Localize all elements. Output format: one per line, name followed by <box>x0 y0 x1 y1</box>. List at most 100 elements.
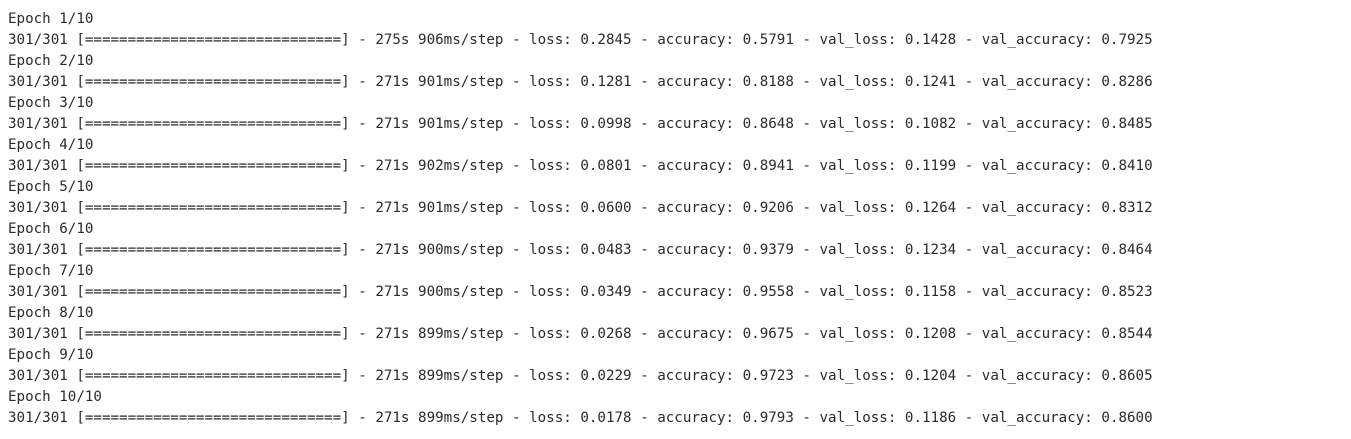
epoch-time: 275s <box>375 32 410 48</box>
val-accuracy-value: 0.8286 <box>1101 74 1153 90</box>
accuracy-value: 0.8648 <box>742 116 794 132</box>
loss-value: 0.0178 <box>580 410 632 426</box>
step-counter: 301/301 <box>8 158 68 174</box>
step-time: 906ms/step <box>418 32 504 48</box>
step-counter: 301/301 <box>8 74 68 90</box>
accuracy-value: 0.5791 <box>742 32 794 48</box>
progress-bar: [==============================] <box>76 242 350 258</box>
epoch-header: Epoch 1/10 <box>8 11 94 27</box>
epoch-progress-line: 301/301 [==============================]… <box>8 116 1153 132</box>
epoch-header: Epoch 6/10 <box>8 221 94 237</box>
accuracy-value: 0.9558 <box>742 284 794 300</box>
epoch-header: Epoch 2/10 <box>8 53 94 69</box>
epoch-progress-line: 301/301 [==============================]… <box>8 74 1153 90</box>
val-loss-value: 0.1241 <box>904 74 957 90</box>
epoch-header: Epoch 4/10 <box>8 137 94 153</box>
val-loss-value: 0.1082 <box>904 116 957 132</box>
step-time: 899ms/step <box>418 326 504 342</box>
val-loss-value: 0.1199 <box>904 158 957 174</box>
accuracy-value: 0.9793 <box>742 410 794 426</box>
step-time: 900ms/step <box>418 284 504 300</box>
epoch-time: 271s <box>375 284 410 300</box>
val-accuracy-value: 0.8544 <box>1101 326 1153 342</box>
step-counter: 301/301 <box>8 326 68 342</box>
step-time: 902ms/step <box>418 158 504 174</box>
step-counter: 301/301 <box>8 284 68 300</box>
step-counter: 301/301 <box>8 368 68 384</box>
epoch-header: Epoch 8/10 <box>8 305 94 321</box>
epoch-progress-line: 301/301 [==============================]… <box>8 200 1153 216</box>
epoch-time: 271s <box>375 116 410 132</box>
epoch-time: 271s <box>375 74 410 90</box>
val-loss-value: 0.1264 <box>904 200 957 216</box>
epoch-header: Epoch 10/10 <box>8 389 102 405</box>
epoch-header: Epoch 5/10 <box>8 179 94 195</box>
epoch-progress-line: 301/301 [==============================]… <box>8 326 1153 342</box>
val-accuracy-value: 0.8485 <box>1101 116 1153 132</box>
epoch-header: Epoch 9/10 <box>8 347 94 363</box>
val-accuracy-value: 0.8410 <box>1101 158 1153 174</box>
accuracy-value: 0.9675 <box>742 326 794 342</box>
val-accuracy-value: 0.8600 <box>1101 410 1153 426</box>
step-counter: 301/301 <box>8 410 68 426</box>
training-log-output: Epoch 1/10 301/301 [=====================… <box>0 0 1351 439</box>
val-loss-value: 0.1428 <box>904 32 957 48</box>
step-time: 899ms/step <box>418 410 504 426</box>
loss-value: 0.2845 <box>580 32 632 48</box>
epoch-progress-line: 301/301 [==============================]… <box>8 284 1153 300</box>
loss-value: 0.0998 <box>580 116 632 132</box>
step-time: 899ms/step <box>418 368 504 384</box>
epoch-time: 271s <box>375 242 410 258</box>
epoch-time: 271s <box>375 326 410 342</box>
step-counter: 301/301 <box>8 242 68 258</box>
accuracy-value: 0.9206 <box>742 200 794 216</box>
epoch-time: 271s <box>375 368 410 384</box>
accuracy-value: 0.8188 <box>742 74 794 90</box>
progress-bar: [==============================] <box>76 410 350 426</box>
val-loss-value: 0.1208 <box>904 326 957 342</box>
accuracy-value: 0.9723 <box>742 368 794 384</box>
loss-value: 0.0801 <box>580 158 632 174</box>
step-time: 901ms/step <box>418 116 504 132</box>
step-time: 901ms/step <box>418 200 504 216</box>
loss-value: 0.0268 <box>580 326 632 342</box>
val-accuracy-value: 0.8605 <box>1101 368 1153 384</box>
step-counter: 301/301 <box>8 116 68 132</box>
progress-bar: [==============================] <box>76 74 350 90</box>
progress-bar: [==============================] <box>76 116 350 132</box>
step-time: 900ms/step <box>418 242 504 258</box>
epoch-progress-line: 301/301 [==============================]… <box>8 410 1153 426</box>
val-accuracy-value: 0.8523 <box>1101 284 1153 300</box>
loss-value: 0.0600 <box>580 200 632 216</box>
epoch-progress-line: 301/301 [==============================]… <box>8 158 1153 174</box>
epoch-progress-line: 301/301 [==============================]… <box>8 32 1153 48</box>
progress-bar: [==============================] <box>76 158 350 174</box>
accuracy-value: 0.8941 <box>742 158 794 174</box>
val-loss-value: 0.1204 <box>904 368 957 384</box>
progress-bar: [==============================] <box>76 284 350 300</box>
loss-value: 0.1281 <box>580 74 632 90</box>
accuracy-value: 0.9379 <box>742 242 794 258</box>
progress-bar: [==============================] <box>76 368 350 384</box>
val-accuracy-value: 0.8464 <box>1101 242 1153 258</box>
loss-value: 0.0229 <box>580 368 632 384</box>
step-counter: 301/301 <box>8 32 68 48</box>
epoch-progress-line: 301/301 [==============================]… <box>8 368 1153 384</box>
progress-bar: [==============================] <box>76 200 350 216</box>
val-accuracy-value: 0.8312 <box>1101 200 1153 216</box>
progress-bar: [==============================] <box>76 326 350 342</box>
epoch-progress-line: 301/301 [==============================]… <box>8 242 1153 258</box>
val-loss-value: 0.1158 <box>904 284 957 300</box>
step-counter: 301/301 <box>8 200 68 216</box>
epoch-time: 271s <box>375 158 410 174</box>
epoch-time: 271s <box>375 410 410 426</box>
val-loss-value: 0.1234 <box>904 242 957 258</box>
epoch-header: Epoch 3/10 <box>8 95 94 111</box>
val-accuracy-value: 0.7925 <box>1101 32 1153 48</box>
loss-value: 0.0349 <box>580 284 632 300</box>
val-loss-value: 0.1186 <box>904 410 957 426</box>
step-time: 901ms/step <box>418 74 504 90</box>
progress-bar: [==============================] <box>76 32 350 48</box>
epoch-header: Epoch 7/10 <box>8 263 94 279</box>
loss-value: 0.0483 <box>580 242 632 258</box>
